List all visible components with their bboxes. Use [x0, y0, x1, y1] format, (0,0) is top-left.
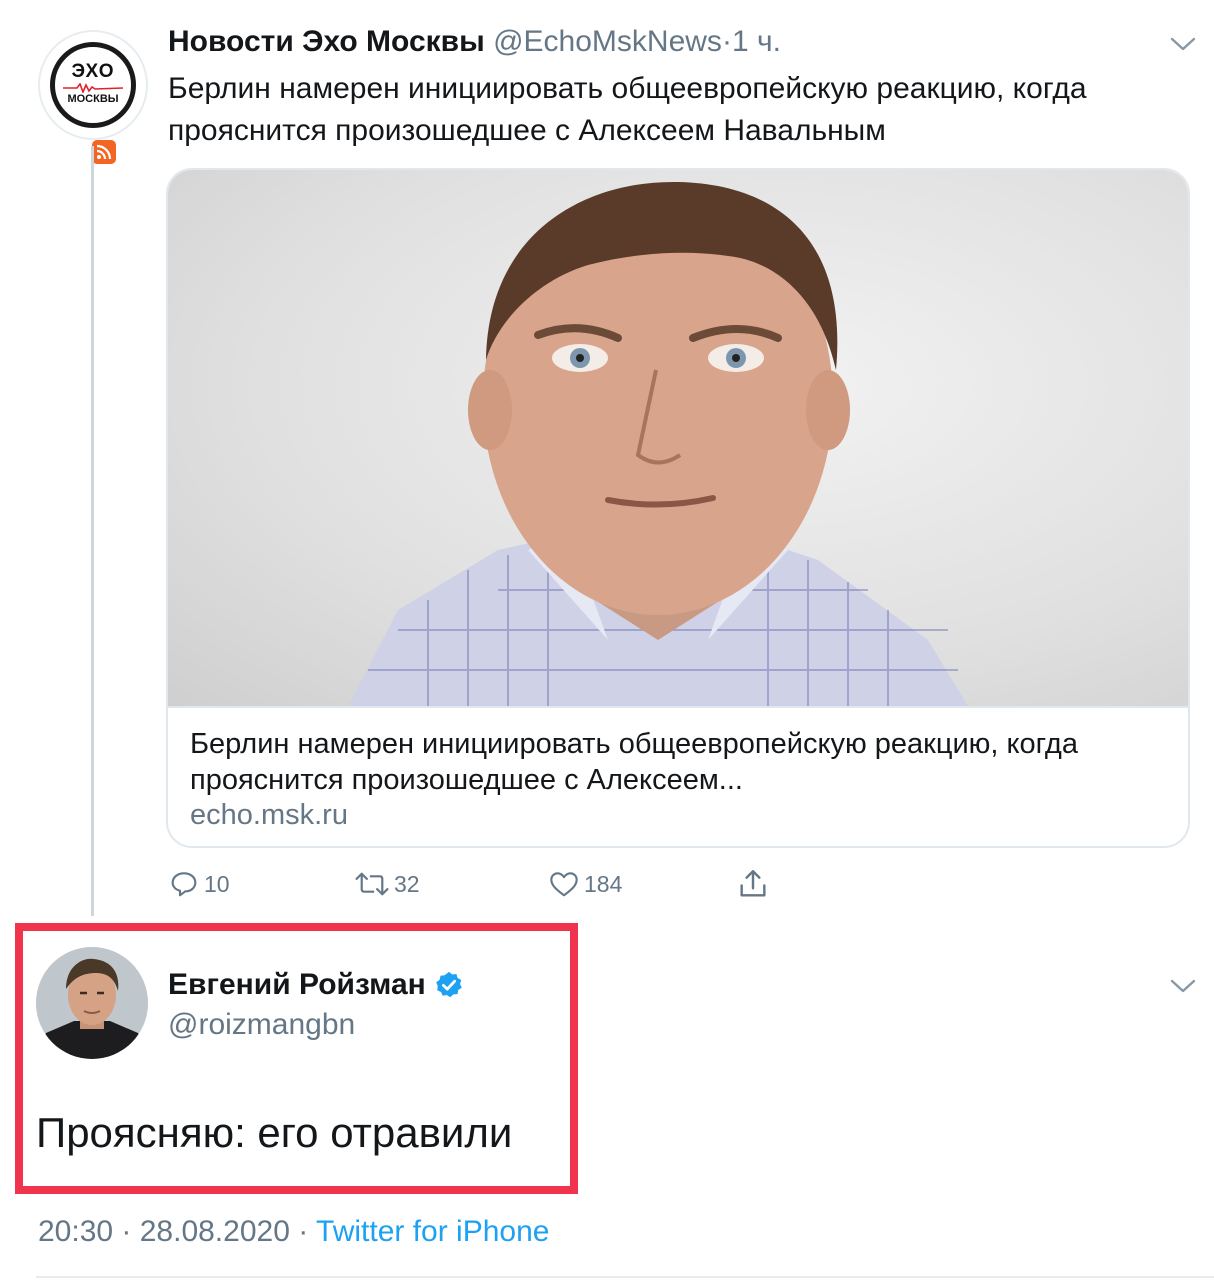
divider [36, 1276, 1214, 1278]
author-name[interactable]: Новости Эхо Москвы [168, 25, 485, 58]
author-handle[interactable]: @EchoMskNews [493, 25, 722, 58]
rss-icon [92, 140, 116, 164]
thread-connector-line [91, 146, 94, 916]
echo-logo-top-text: ЭХО [71, 61, 115, 82]
tweet-header: Новости Эхо Москвы @EchoMskNews·1 ч. [168, 24, 781, 60]
tweet-time[interactable]: 1 ч. [732, 25, 781, 58]
red-highlight-frame [15, 923, 578, 1194]
reply-action[interactable]: 10 [168, 864, 230, 904]
like-action[interactable]: 184 [548, 864, 622, 904]
echo-logo: ЭХО МОСКВЫ [50, 42, 136, 128]
like-icon [550, 872, 578, 897]
separator-dot: · [721, 25, 732, 58]
retweet-count: 32 [394, 870, 420, 897]
tweet-text: Берлин намерен инициировать общеевропейс… [168, 72, 1087, 147]
like-count: 184 [584, 870, 623, 897]
reply-timestamp[interactable]: 20:30 · 28.08.2020 [38, 1215, 290, 1248]
chevron-down-icon[interactable] [1170, 978, 1196, 994]
card-image [168, 170, 1188, 708]
reply-count: 10 [204, 870, 230, 897]
share-icon [740, 870, 766, 897]
chevron-down-icon[interactable] [1170, 36, 1196, 52]
reply-meta: 20:30 · 28.08.2020 · Twitter for iPhone [38, 1212, 549, 1252]
meta-separator: · [298, 1215, 309, 1248]
retweet-icon [355, 872, 389, 896]
reply-source-link[interactable]: Twitter for iPhone [316, 1215, 549, 1248]
echo-avatar[interactable]: ЭХО МОСКВЫ [38, 30, 148, 164]
card-domain: echo.msk.ru [190, 799, 348, 831]
card-title: Берлин намерен инициировать общеевропейс… [190, 728, 1078, 796]
retweet-action[interactable]: 32 [354, 864, 420, 904]
link-card[interactable]: Берлин намерен инициировать общеевропейс… [166, 168, 1190, 848]
reply-icon [171, 872, 197, 897]
echo-logo-bottom-text: МОСКВЫ [67, 93, 119, 105]
share-action[interactable] [736, 864, 774, 904]
soundwave-icon [63, 83, 123, 93]
